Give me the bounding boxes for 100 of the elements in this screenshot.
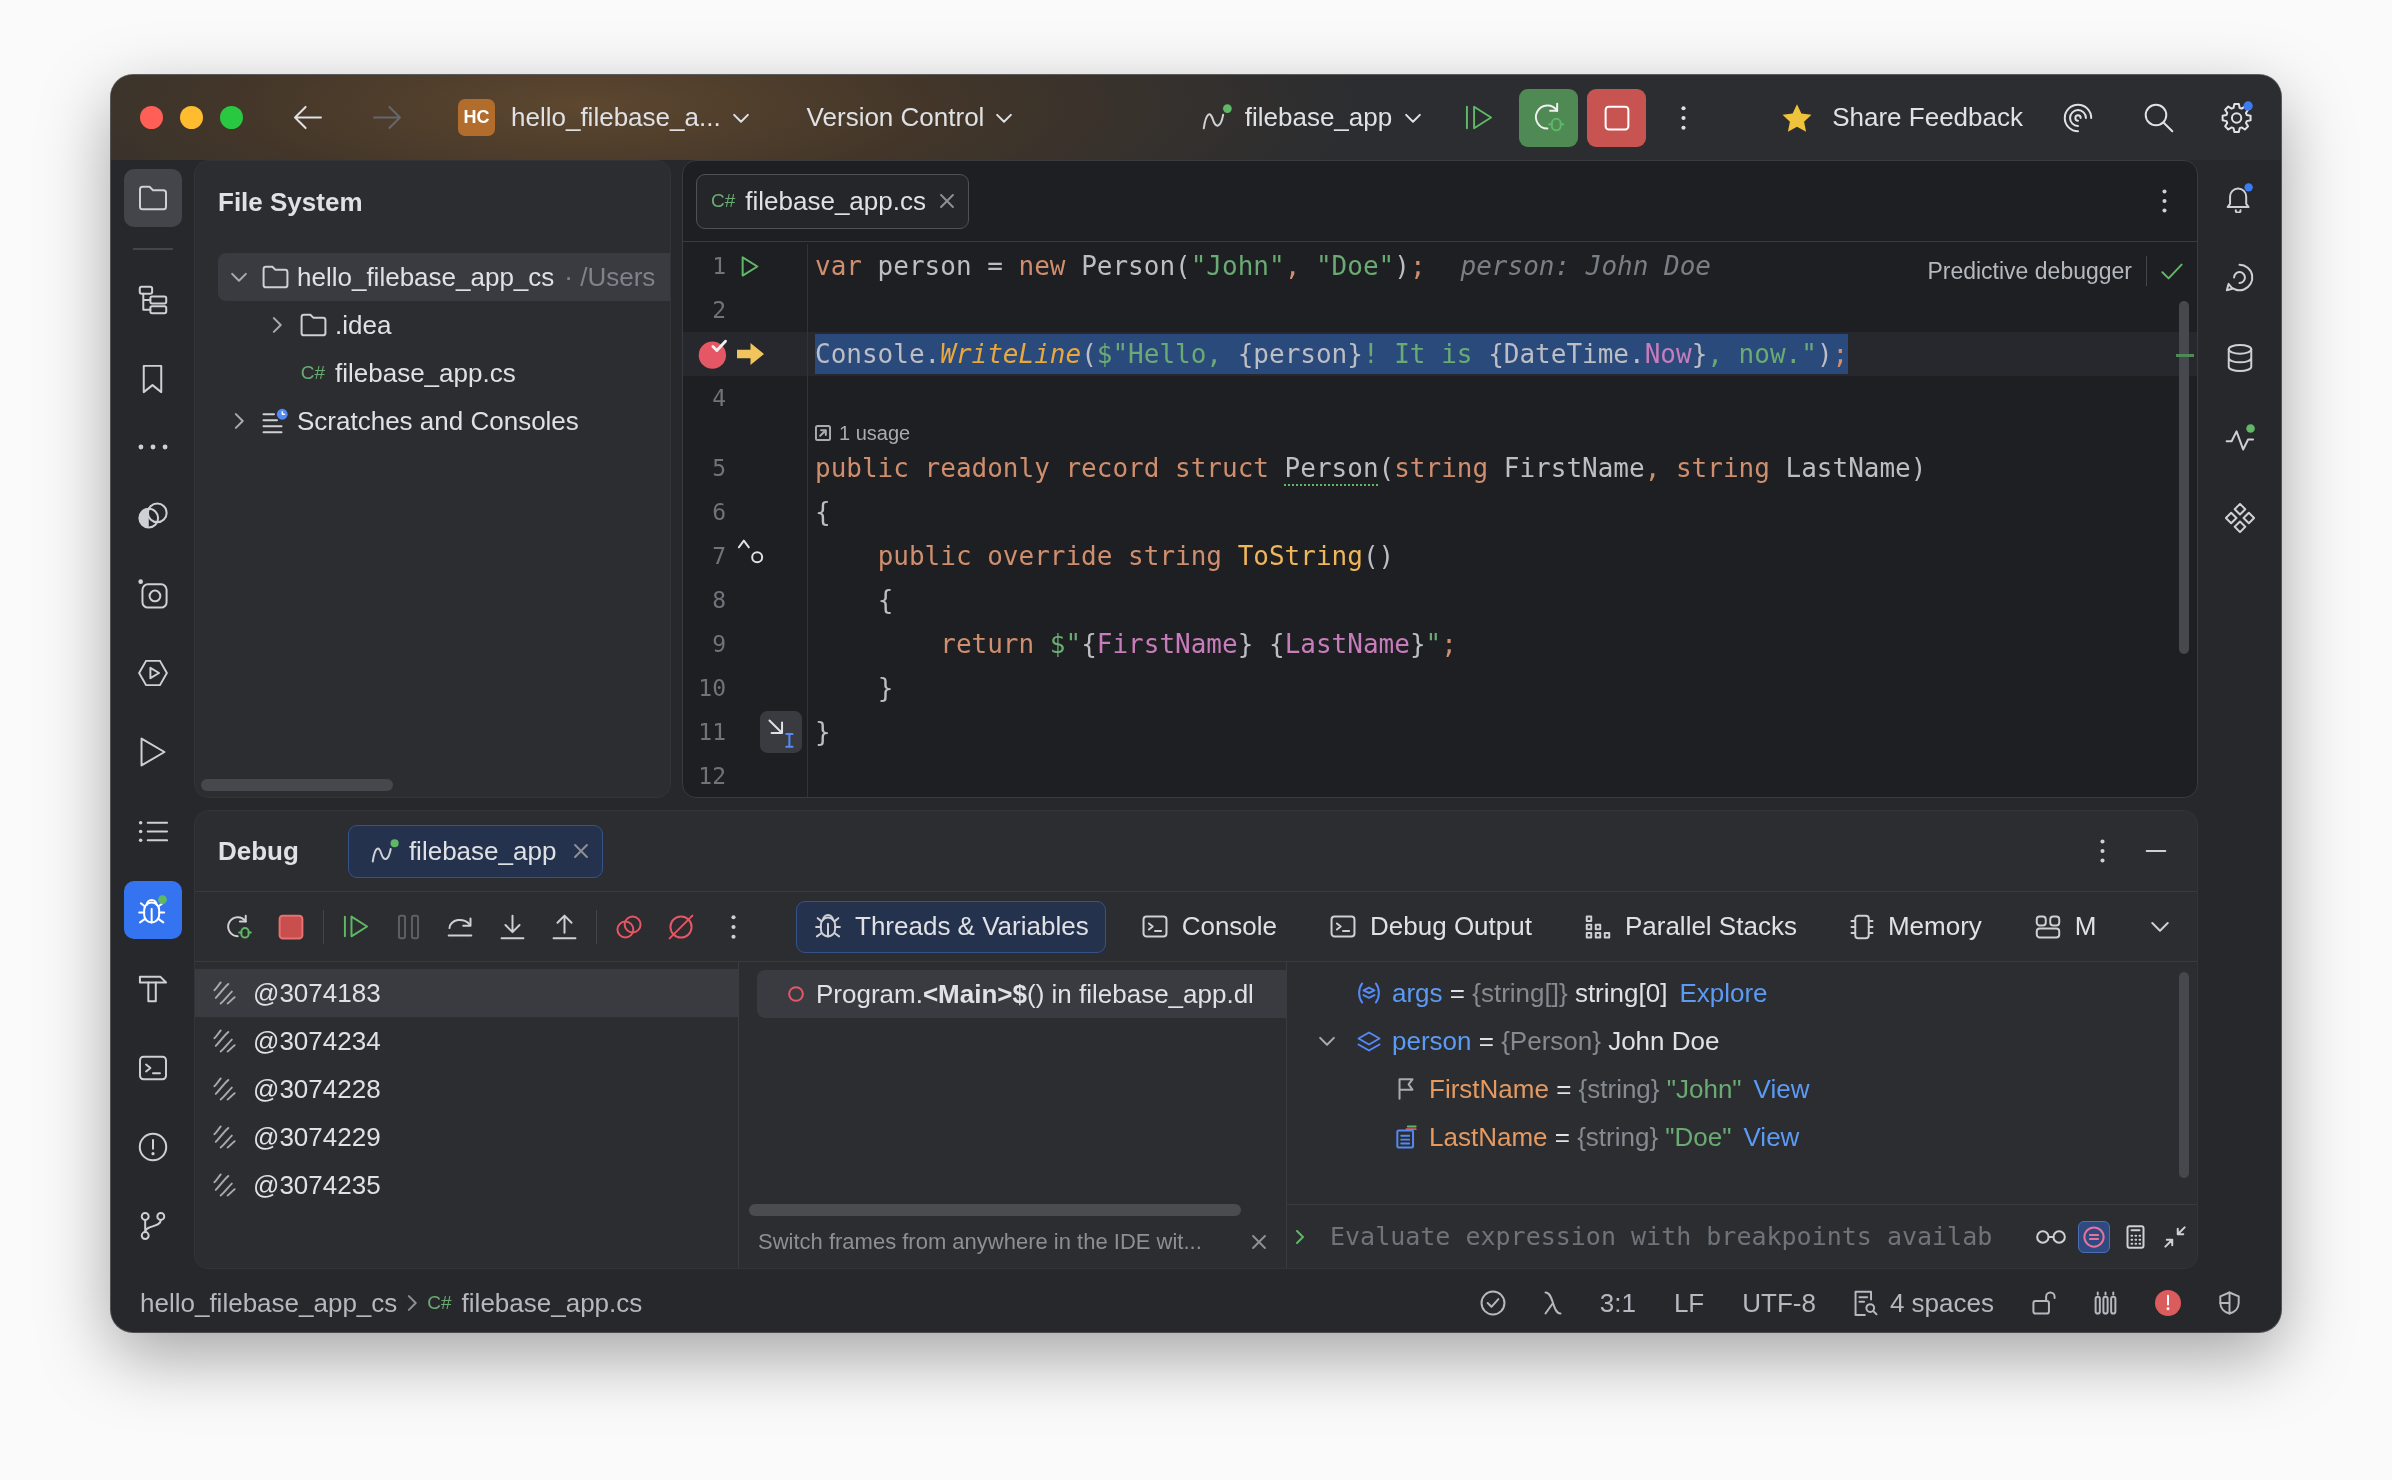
slashed-circle-icon[interactable] [668,913,694,940]
calculator-icon[interactable] [2126,1224,2145,1249]
close-icon[interactable] [940,194,954,208]
more-icon [137,444,168,450]
caret-position[interactable]: 3:1 [1599,1287,1636,1319]
inline-mode-toggle[interactable] [2078,1220,2110,1253]
stop-button[interactable] [1587,88,1647,147]
window-zoom-button[interactable] [220,106,243,129]
arrow-down-to-line-icon[interactable] [499,913,525,940]
value-link[interactable]: View [1743,1121,1800,1153]
value-link[interactable]: View [1753,1073,1810,1105]
close-icon[interactable] [1252,1235,1266,1249]
evaluate-input[interactable]: Evaluate expression with breakpoints availab [1330,1216,2032,1257]
more-vertical-icon[interactable] [2162,189,2167,213]
collapse-arrows-icon[interactable] [2164,1225,2186,1248]
thread-row[interactable]: @3074235 [195,1161,738,1209]
debug-tab[interactable]: Memory [1830,900,1999,953]
debug-tab[interactable]: M [2015,900,2114,953]
tree-item[interactable]: C# filebase_app.cs [218,349,670,397]
breadcrumb[interactable]: C# filebase_app.cs [427,1287,643,1319]
window-close-button[interactable] [140,106,163,129]
session-tab[interactable]: filebase_app [347,824,604,878]
thread-row[interactable]: @3074229 [195,1113,738,1161]
editor-tab[interactable]: C# filebase_app.cs [696,173,969,229]
lambda-icon[interactable] [1543,1291,1562,1315]
resume-icon[interactable] [1465,105,1494,130]
resume-icon[interactable] [343,915,369,938]
window-minimize-button[interactable] [180,106,203,129]
more-vertical-icon[interactable] [730,913,736,940]
spiral-icon[interactable] [2063,102,2093,133]
thread-row[interactable]: @3074228 [195,1065,738,1113]
tree-item[interactable]: Scratches and Consoles [218,397,670,445]
pulse-icon[interactable] [2224,424,2255,452]
settings-icon[interactable] [2221,101,2254,134]
chevron-down-icon[interactable] [1319,1036,1335,1046]
chevron-right-icon[interactable] [272,317,282,333]
thread-row[interactable]: @3074183 [195,969,738,1017]
diamond-grid-icon[interactable] [2224,503,2255,533]
ring-square-icon [137,579,168,609]
vcs-menu[interactable]: Version Control [806,102,1013,133]
check-circle-icon[interactable] [1479,1290,1506,1316]
shield-icon[interactable] [2219,1291,2240,1315]
vertical-scrollbar[interactable] [2179,301,2189,654]
arrow-cursor-icon[interactable] [760,711,802,753]
frame-row[interactable]: Program.<Main>$() in filebase_app.dl [757,970,1286,1018]
debug-tab[interactable]: Console [1122,900,1295,953]
file-encoding[interactable]: UTF-8 [1742,1287,1816,1319]
debug-button[interactable] [1519,88,1579,147]
share-feedback-button[interactable]: Share Feedback [1782,102,2023,133]
glasses-icon[interactable] [2036,1229,2066,1244]
circular-arrow-bug-icon[interactable] [226,913,252,940]
arrow-left-icon[interactable] [293,105,323,130]
diagonal-lines-icon [213,1029,236,1053]
chevron-down-icon[interactable] [2151,921,2169,932]
breakpoint-icon[interactable] [698,339,728,369]
play-icon[interactable] [741,255,759,277]
tool-window-button[interactable] [123,881,182,939]
diagonal-lines-icon [213,981,236,1005]
more-vertical-icon[interactable] [1681,104,1687,131]
horizontal-scrollbar[interactable] [201,779,393,791]
overlapping-circles-icon[interactable] [616,914,642,939]
predictive-debugger-toggle[interactable]: Predictive debugger [1927,257,2132,285]
value-link[interactable]: Explore [1679,977,1768,1009]
debug-tab[interactable]: Parallel Stacks [1565,900,1814,953]
tree-structure-icon [137,285,168,315]
horizontal-scrollbar[interactable] [749,1204,1241,1216]
search-icon[interactable] [2144,102,2174,133]
git-branch-icon [139,1211,166,1241]
project-selector[interactable]: hello_filebase_a... [511,102,749,133]
usages-link[interactable]: 1 usage [815,421,911,445]
debug-tab[interactable]: Debug Output [1311,900,1549,953]
tree-item[interactable]: .idea [218,301,670,349]
stop-square-icon[interactable] [278,913,304,940]
chevron-down-icon[interactable] [231,272,247,282]
tree-item[interactable]: hello_filebase_app_cs · /Users [218,253,670,301]
tool-window-button[interactable] [123,169,182,227]
bars-icon[interactable] [2094,1291,2117,1315]
run-config-selector[interactable]: filebase_app [1201,102,1422,133]
thread-row[interactable]: @3074234 [195,1017,738,1065]
arrow-up-from-line-icon[interactable] [551,913,577,940]
error-icon[interactable] [2155,1290,2181,1316]
circle-icon [788,986,804,1002]
line-separator[interactable]: LF [1673,1287,1705,1319]
line-number: 2 [712,297,726,323]
breadcrumb[interactable]: hello_filebase_app_cs [140,1287,398,1319]
lock-open-icon[interactable] [2032,1291,2056,1315]
chevron-right-icon[interactable] [234,413,244,429]
line-number: 5 [712,455,726,481]
debug-tab[interactable]: Threads & Variables [796,900,1106,953]
more-vertical-icon[interactable] [2100,839,2105,863]
bell-icon[interactable] [2226,183,2253,213]
caret-circle-icon[interactable] [736,539,764,564]
overlapping-circles-icon [137,501,168,529]
bug-icon [815,914,841,939]
close-icon[interactable] [574,844,589,858]
database-icon[interactable] [2226,343,2253,373]
minus-icon[interactable] [2145,849,2167,853]
indent-setting[interactable]: 4 spaces [1853,1287,1994,1319]
swirl-icon[interactable] [2225,263,2254,293]
vertical-scrollbar[interactable] [2179,972,2189,1178]
